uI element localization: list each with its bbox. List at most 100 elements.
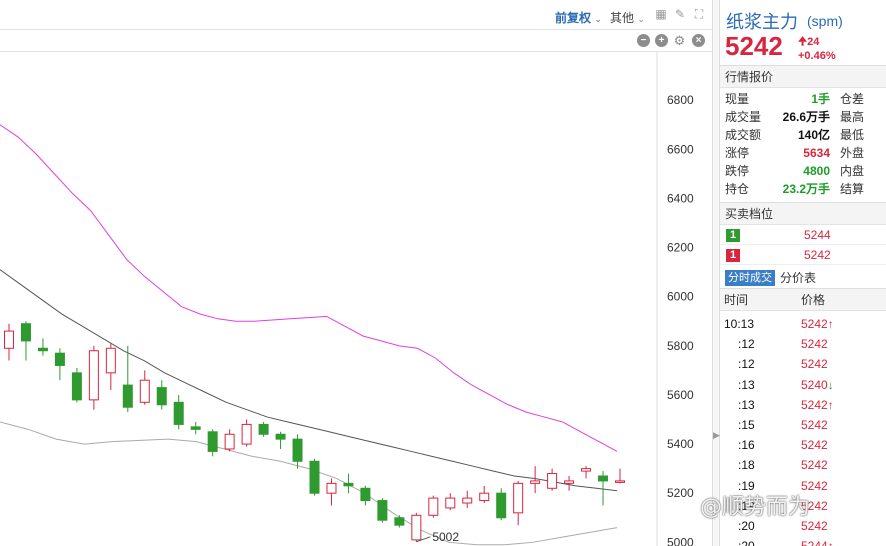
- candle: [241, 419, 252, 447]
- quote-label: 持仓: [725, 182, 750, 196]
- tick-time: 10:13: [724, 317, 755, 331]
- chevron-down-icon: ⌄: [594, 14, 602, 24]
- quote-panel: 纸浆主力 (spm) 5242 🠉24 +0.46% 行情报价 现量 1手 仓差成交…: [720, 0, 886, 546]
- instrument-header: 纸浆主力 (spm) 5242 🠉24 +0.46%: [720, 0, 886, 66]
- chevron-right-icon: ▶: [713, 430, 720, 440]
- candle: [54, 348, 65, 381]
- quote-row: 成交量 26.6万手 最高: [720, 108, 886, 126]
- instrument-code: (spm): [807, 13, 843, 29]
- zoom-out-icon[interactable]: −: [637, 34, 650, 47]
- tick-row: :13 5240↓: [720, 375, 886, 395]
- quote-label-secondary: 外盘: [840, 146, 865, 160]
- quote-row: 涨停 5634 外盘: [720, 144, 886, 162]
- quote-value: 140亿: [797, 128, 830, 142]
- quote-section-title: 行情报价: [720, 66, 886, 88]
- quote-label-secondary: 仓差: [840, 92, 865, 106]
- tick-price: 5242: [801, 458, 828, 473]
- quote-label-secondary: 结算: [840, 182, 865, 196]
- quote-label: 成交额: [725, 128, 762, 142]
- quote-value: 1手: [811, 92, 830, 106]
- y-tick-label: 5000: [667, 535, 694, 546]
- orderbook-row: 1 5242: [720, 245, 886, 265]
- zoom-in-icon[interactable]: +: [655, 34, 668, 47]
- fullscreen-icon[interactable]: ⛶: [692, 7, 706, 21]
- quote-label-secondary: 内盘: [840, 164, 865, 178]
- candle: [88, 345, 99, 410]
- candle: [309, 458, 320, 496]
- other-dropdown[interactable]: 其他 ⌄: [610, 9, 645, 26]
- candle: [105, 343, 116, 391]
- candle: [445, 493, 456, 511]
- quote-value: 5634: [803, 146, 830, 160]
- candle: [377, 498, 388, 523]
- tick-time: :13: [738, 377, 755, 392]
- close-icon[interactable]: ×: [692, 34, 705, 47]
- candle: [122, 345, 133, 413]
- orderbook-row: 1 5244: [720, 225, 886, 245]
- tick-price: 5242: [801, 417, 828, 432]
- last-price: 5242: [725, 31, 783, 61]
- quote-label-secondary: 最低: [840, 128, 865, 142]
- draw-pen-icon[interactable]: ✎: [673, 7, 687, 21]
- y-tick-label: 6800: [667, 93, 694, 107]
- quote-row: 成交额 140亿 最低: [720, 126, 886, 144]
- grid-layout-icon[interactable]: ▦: [654, 7, 668, 21]
- tick-col-time: 时间: [724, 293, 749, 307]
- candle: [564, 476, 575, 491]
- tick-price: 5244↑: [801, 536, 834, 546]
- quote-label: 现量: [725, 92, 750, 106]
- adjust-price-label: 前复权: [555, 11, 592, 25]
- ma-long-line: [0, 421, 618, 546]
- candle: [326, 478, 337, 506]
- tick-price: 5242: [801, 337, 828, 352]
- tick-time: :13: [738, 397, 755, 412]
- adjust-price-dropdown[interactable]: 前复权 ⌄: [555, 9, 602, 26]
- chart-toolbar: 前复权 ⌄ 其他 ⌄ ▦ ✎ ⛶: [0, 0, 712, 30]
- candle: [615, 468, 625, 484]
- low-price-annotation: 5002: [432, 530, 459, 544]
- trade-tabs: 分时成交 分价表: [720, 267, 886, 289]
- orderbook-price: 5242: [804, 248, 831, 262]
- quote-row: 持仓 23.2万手 结算: [720, 180, 886, 198]
- tick-row: :15 5242: [720, 415, 886, 435]
- kline-chart[interactable]: 6800 6600 6400 6200 6000 5800 5600 5400 5200 5000…: [0, 52, 712, 546]
- tick-price: 5240↓: [801, 377, 834, 392]
- tick-table-header: 时间 价格: [720, 289, 886, 311]
- candle: [547, 468, 558, 491]
- tab-time-sales[interactable]: 分时成交: [725, 270, 775, 286]
- ma-short-line: [0, 124, 618, 452]
- candle: [37, 338, 48, 356]
- panel-collapse-handle[interactable]: ▶: [712, 0, 720, 546]
- watermark-text: @顺势而为: [700, 495, 811, 520]
- candle: [428, 495, 439, 518]
- tick-row: :12 5242: [720, 354, 886, 374]
- tick-time: :16: [738, 438, 755, 453]
- y-tick-label: 5600: [667, 388, 694, 402]
- orderbook-section-title: 买卖档位: [720, 203, 886, 225]
- candle: [173, 394, 184, 430]
- quote-label-secondary: 最高: [840, 110, 865, 124]
- arrow-down-icon: ↓: [827, 377, 834, 392]
- tick-row: :18 5242: [720, 455, 886, 475]
- orderbook-level-badge: 1: [726, 249, 740, 262]
- candle: [207, 429, 218, 457]
- quote-label: 涨停: [725, 146, 750, 160]
- candle: [343, 473, 354, 494]
- arrow-up-icon: ↑: [827, 317, 834, 331]
- tick-time: :18: [738, 458, 755, 473]
- tick-col-price: 价格: [801, 293, 826, 307]
- candle: [479, 485, 490, 504]
- tick-price: 5242↑: [801, 317, 834, 331]
- candle: [394, 515, 405, 528]
- candle: [411, 512, 422, 542]
- tick-row: :12 5242: [720, 334, 886, 354]
- candle: [292, 434, 303, 469]
- tick-price: 5242: [801, 357, 828, 372]
- quote-value: 4800: [803, 164, 830, 178]
- tab-price-table[interactable]: 分价表: [780, 270, 816, 286]
- settings-gear-icon[interactable]: ⚙: [673, 34, 686, 47]
- tick-time: :12: [738, 337, 755, 352]
- orderbook-level-badge: 1: [726, 229, 740, 242]
- quote-table: 现量 1手 仓差 成交量 26.6万手 最高 成交额 140亿 最低 涨停 5634 外盘 跌停 4800…: [720, 88, 886, 203]
- y-tick-label: 6200: [667, 241, 694, 255]
